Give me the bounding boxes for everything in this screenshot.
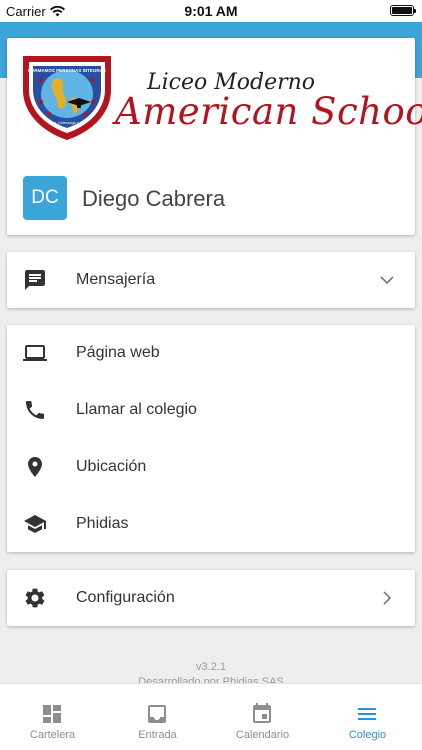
status-bar: Carrier 9:01 AM	[0, 0, 422, 22]
dashboard-icon	[43, 705, 61, 723]
messaging-card: Mensajería	[7, 252, 415, 308]
school-logo: FORMAMOS PERSONAS INTEGRAS Paz, Liderazg…	[19, 50, 422, 150]
crest-motto-bottom: Paz, Liderazgo y Fe	[49, 120, 85, 125]
call-school-label: Llamar al colegio	[76, 401, 197, 418]
school-profile-card: FORMAMOS PERSONAS INTEGRAS Paz, Liderazg…	[7, 38, 422, 235]
menu-icon	[358, 708, 376, 720]
tab-cartelera-label: Cartelera	[29, 729, 76, 741]
battery-icon	[390, 5, 416, 16]
location-row[interactable]: Ubicación	[7, 439, 415, 495]
messaging-row[interactable]: Mensajería	[7, 252, 415, 308]
location-label: Ubicación	[76, 458, 147, 475]
tab-cartelera[interactable]: Cartelera	[0, 684, 105, 744]
messaging-label: Mensajería	[76, 271, 156, 288]
user-name: Diego Cabrera	[82, 186, 226, 211]
app-version: v3.2.1	[196, 661, 226, 673]
website-row[interactable]: Página web	[7, 325, 415, 381]
settings-card: Configuración	[7, 570, 415, 626]
school-crest-icon: FORMAMOS PERSONAS INTEGRAS Paz, Liderazg…	[23, 56, 111, 140]
phidias-label: Phidias	[76, 515, 129, 532]
tab-calendario-label: Calendario	[235, 729, 290, 741]
bottom-tab-bar: Cartelera Entrada Calendario Colegio	[0, 683, 422, 750]
website-label: Página web	[76, 344, 160, 361]
tab-calendario[interactable]: Calendario	[210, 684, 315, 744]
settings-row[interactable]: Configuración	[7, 570, 415, 626]
graduation-cap-icon	[24, 515, 46, 533]
tab-colegio[interactable]: Colegio	[315, 684, 420, 744]
phone-icon	[26, 401, 44, 419]
chevron-down-icon[interactable]	[377, 270, 397, 290]
tab-colegio-label: Colegio	[348, 729, 387, 741]
gear-icon	[25, 588, 45, 608]
settings-label: Configuración	[76, 589, 175, 606]
avatar[interactable]: DC	[23, 176, 67, 220]
location-pin-icon	[28, 457, 42, 477]
clock: 9:01 AM	[184, 3, 238, 19]
school-name-line2: American School	[115, 90, 422, 133]
inbox-icon	[148, 705, 166, 723]
tab-entrada-label: Entrada	[138, 729, 177, 741]
school-links-card: Página web Llamar al colegio Ubicación P…	[7, 325, 415, 552]
chevron-right-icon	[383, 591, 392, 605]
message-icon	[25, 270, 45, 290]
tab-entrada[interactable]: Entrada	[105, 684, 210, 744]
laptop-icon	[23, 345, 47, 361]
phidias-row[interactable]: Phidias	[7, 496, 415, 552]
call-school-row[interactable]: Llamar al colegio	[7, 382, 415, 438]
crest-motto-top: FORMAMOS PERSONAS INTEGRAS	[28, 68, 106, 73]
calendar-icon	[253, 703, 271, 723]
